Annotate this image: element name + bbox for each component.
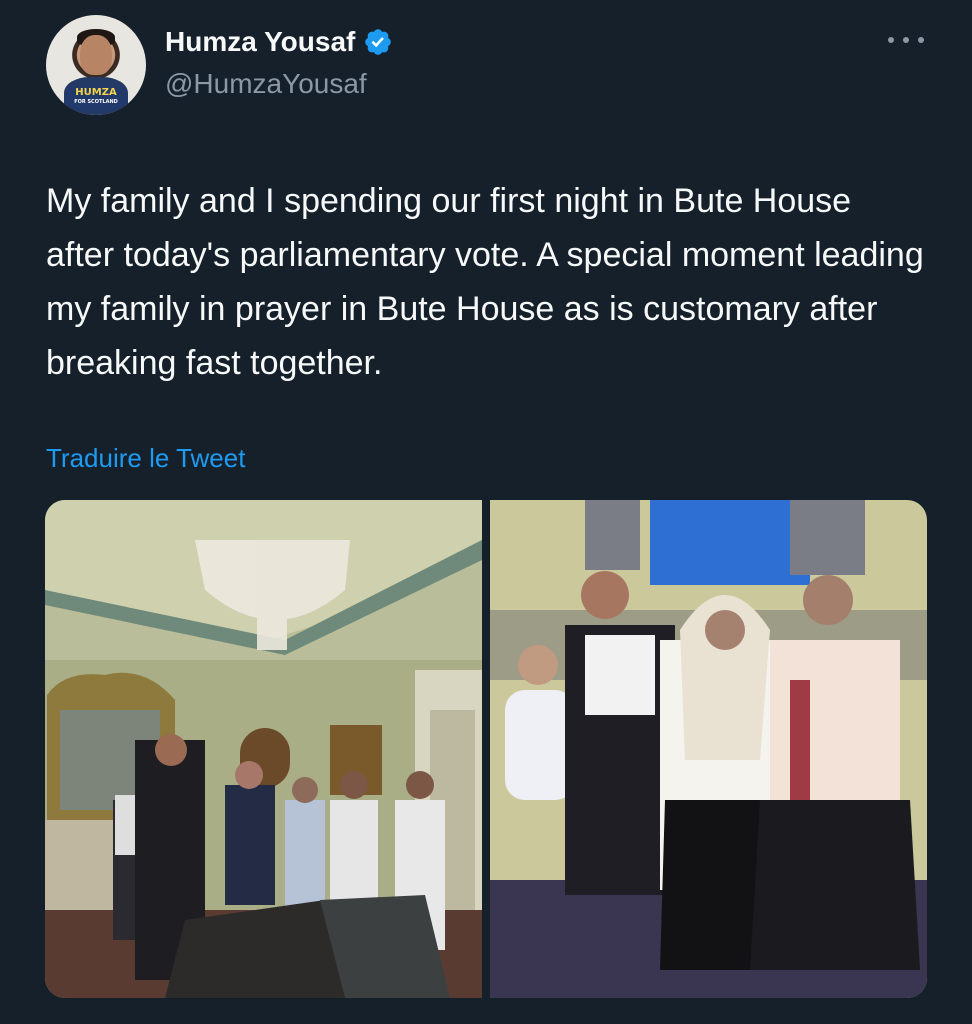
avatar[interactable]: HUMZA FOR SCOTLAND	[46, 15, 146, 115]
avatar-face	[80, 35, 112, 75]
photo-family-on-sofa[interactable]	[490, 500, 927, 998]
more-dot	[918, 37, 924, 43]
translate-tweet-link[interactable]: Traduire le Tweet	[46, 443, 245, 474]
tweet-media	[45, 500, 927, 998]
prayer-photo-illustration	[45, 500, 482, 998]
author-name-row[interactable]: Humza Yousaf	[165, 26, 393, 58]
more-dot	[888, 37, 894, 43]
photo-drawing-room-prayer[interactable]	[45, 500, 482, 998]
avatar-badge-line2: FOR SCOTLAND	[74, 99, 118, 105]
author-handle[interactable]: @HumzaYousaf	[165, 68, 367, 100]
verified-badge-icon	[365, 29, 392, 55]
avatar-badge-line1: HUMZA	[75, 87, 117, 98]
more-dot	[903, 37, 909, 43]
more-options-icon[interactable]	[888, 30, 924, 50]
family-photo-illustration	[490, 500, 927, 998]
author-name[interactable]: Humza Yousaf	[165, 26, 355, 58]
avatar-badge: HUMZA FOR SCOTLAND	[66, 87, 126, 111]
tweet-text: My family and I spending our first night…	[46, 182, 924, 382]
